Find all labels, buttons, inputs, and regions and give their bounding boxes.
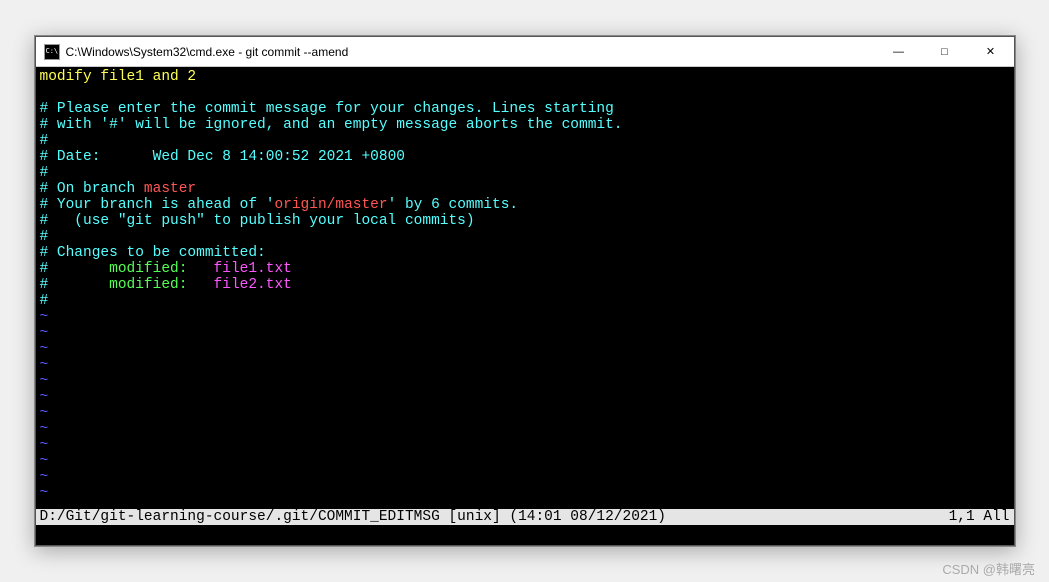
terminal-bottom-gap — [36, 525, 1014, 545]
comment-hash: # — [40, 133, 49, 149]
vim-tilde: ~ — [40, 357, 49, 373]
vim-tilde: ~ — [40, 469, 49, 485]
vim-tilde: ~ — [40, 341, 49, 357]
comment-line-1: Please enter the commit message for your… — [48, 101, 614, 117]
on-branch-label: On branch — [48, 181, 144, 197]
watermark: CSDN @韩曙亮 — [942, 559, 1035, 578]
file2: file2.txt — [214, 277, 292, 293]
comment-hash: # — [40, 117, 49, 133]
status-file-info: D:/Git/git-learning-course/.git/COMMIT_E… — [40, 509, 949, 525]
comment-hash: # — [40, 293, 49, 309]
comment-hash: # — [40, 181, 49, 197]
comment-hash: # — [40, 261, 49, 277]
file1: file1.txt — [214, 261, 292, 277]
maximize-button[interactable]: □ — [922, 37, 968, 66]
comment-hash: # — [40, 197, 49, 213]
vim-tilde: ~ — [40, 421, 49, 437]
window-title: C:\Windows\System32\cmd.exe - git commit… — [66, 45, 876, 59]
push-hint: (use "git push" to publish your local co… — [48, 213, 474, 229]
cmd-icon — [44, 44, 60, 60]
vim-tilde: ~ — [40, 373, 49, 389]
indent — [48, 277, 109, 293]
vim-tilde: ~ — [40, 405, 49, 421]
comment-hash: # — [40, 277, 49, 293]
vim-tilde: ~ — [40, 485, 49, 501]
cmd-window: C:\Windows\System32\cmd.exe - git commit… — [35, 36, 1015, 546]
modified-label-1: modified: — [109, 261, 213, 277]
comment-hash: # — [40, 229, 49, 245]
window-controls: — □ ✕ — [876, 37, 1014, 66]
comment-line-2: with '#' will be ignored, and an empty m… — [48, 117, 622, 133]
comment-hash: # — [40, 213, 49, 229]
vim-tilde: ~ — [40, 389, 49, 405]
ahead-post: ' by 6 commits. — [388, 197, 519, 213]
status-cursor-pos: 1,1 All — [949, 509, 1010, 525]
date-value: Wed Dec 8 14:00:52 2021 +0800 — [153, 149, 405, 165]
comment-hash: # — [40, 149, 49, 165]
vim-tilde: ~ — [40, 453, 49, 469]
close-button[interactable]: ✕ — [968, 37, 1014, 66]
remote-name: origin/master — [274, 197, 387, 213]
titlebar[interactable]: C:\Windows\System32\cmd.exe - git commit… — [36, 37, 1014, 67]
commit-message: modify file1 and 2 — [40, 69, 197, 85]
vim-tilde: ~ — [40, 437, 49, 453]
minimize-button[interactable]: — — [876, 37, 922, 66]
vim-tilde: ~ — [40, 309, 49, 325]
vim-tilde: ~ — [40, 325, 49, 341]
date-label: Date: — [48, 149, 152, 165]
comment-hash: # — [40, 245, 49, 261]
changes-header: Changes to be committed: — [48, 245, 266, 261]
modified-label-2: modified: — [109, 277, 213, 293]
indent — [48, 261, 109, 277]
comment-hash: # — [40, 101, 49, 117]
vim-statusbar: D:/Git/git-learning-course/.git/COMMIT_E… — [36, 509, 1014, 525]
ahead-pre: Your branch is ahead of ' — [48, 197, 274, 213]
comment-hash: # — [40, 165, 49, 181]
terminal-area[interactable]: modify file1 and 2 # Please enter the co… — [36, 67, 1014, 545]
branch-name: master — [144, 181, 196, 197]
